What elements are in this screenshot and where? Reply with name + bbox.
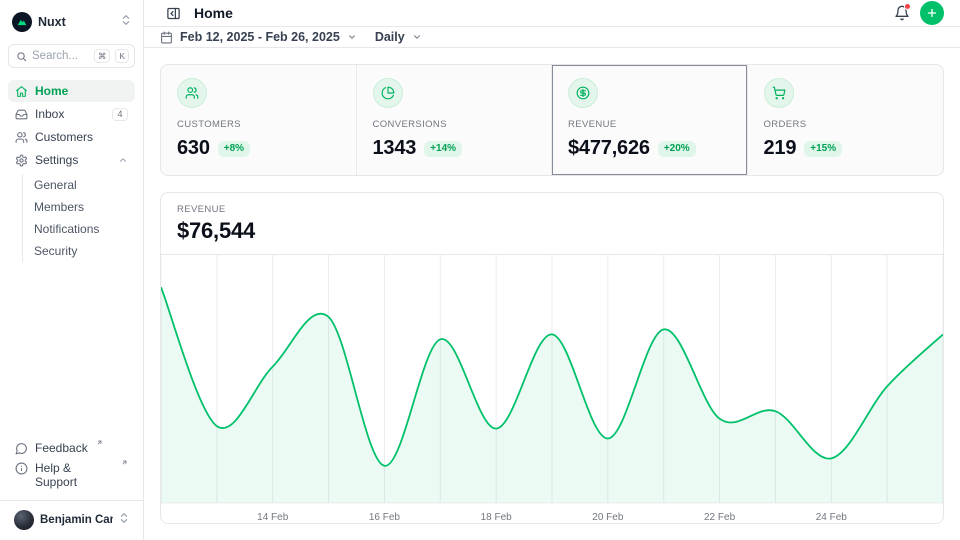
- panel-collapse-icon: [166, 6, 181, 21]
- external-link-icon: [121, 459, 128, 466]
- user-menu[interactable]: Benjamin Canac: [8, 501, 135, 532]
- search-input[interactable]: Search... ⌘ K: [8, 44, 135, 68]
- notifications-button[interactable]: [894, 5, 910, 21]
- sidebar-item-customers[interactable]: Customers: [8, 126, 135, 148]
- chart-header: REVENUE $76,544: [161, 193, 943, 255]
- chart-metric-label: REVENUE: [177, 204, 927, 215]
- calendar-icon: [160, 31, 173, 44]
- sidebar-footer: Feedback Help & Support Benjamin Canac: [8, 438, 135, 532]
- avatar: [14, 510, 34, 530]
- user-name: Benjamin Canac: [40, 514, 113, 526]
- plus-icon: [926, 7, 938, 19]
- search-placeholder: Search...: [32, 50, 89, 62]
- period-value: Daily: [375, 30, 405, 44]
- feedback-label: Feedback: [35, 441, 88, 455]
- users-icon: [15, 131, 28, 144]
- stat-card-orders[interactable]: ORDERS 219 +15%: [748, 65, 944, 175]
- svg-text:14 Feb: 14 Feb: [257, 512, 289, 523]
- date-range-value: Feb 12, 2025 - Feb 26, 2025: [180, 30, 340, 44]
- stat-delta-badge: +8%: [218, 141, 250, 157]
- collapse-sidebar-button[interactable]: [160, 0, 186, 26]
- sidebar-item-label: Settings: [35, 153, 78, 167]
- stat-card-revenue[interactable]: REVENUE $477,626 +20%: [552, 65, 748, 175]
- stat-card-customers[interactable]: CUSTOMERS 630 +8%: [161, 65, 357, 175]
- inbox-icon: [15, 108, 28, 121]
- home-icon: [15, 85, 28, 98]
- page-title: Home: [194, 5, 233, 21]
- settings-submenu: General Members Notifications Security: [22, 174, 135, 262]
- stats-panel: CUSTOMERS 630 +8% CONVERSIONS 1343 +14%: [160, 64, 944, 176]
- info-circle-icon: [15, 462, 28, 475]
- workspace-switcher[interactable]: Nuxt: [8, 10, 135, 44]
- add-button[interactable]: [920, 1, 944, 25]
- chevron-up-icon: [118, 155, 128, 165]
- gear-icon: [15, 154, 28, 167]
- chevron-up-down-icon: [119, 511, 129, 529]
- sidebar-item-home[interactable]: Home: [8, 80, 135, 102]
- header-actions: [894, 1, 944, 25]
- nuxt-logo-icon: [12, 12, 32, 32]
- svg-text:16 Feb: 16 Feb: [369, 512, 401, 523]
- stat-value: 630: [177, 137, 210, 160]
- stat-label: REVENUE: [568, 119, 731, 130]
- stat-value: $477,626: [568, 137, 650, 160]
- help-support-label: Help & Support: [35, 461, 113, 489]
- users-icon: [177, 78, 207, 108]
- external-link-icon: [96, 439, 103, 446]
- svg-text:18 Feb: 18 Feb: [481, 512, 513, 523]
- app-root: Nuxt Search... ⌘ K Home: [0, 0, 960, 540]
- help-support-link[interactable]: Help & Support: [8, 458, 135, 492]
- kbd-meta: ⌘: [94, 49, 111, 63]
- stat-label: CUSTOMERS: [177, 119, 340, 130]
- stat-value: 1343: [373, 137, 417, 160]
- svg-text:22 Feb: 22 Feb: [704, 512, 736, 523]
- stat-delta-badge: +15%: [804, 141, 842, 157]
- dollar-circle-icon: [568, 78, 598, 108]
- search-icon: [16, 51, 27, 62]
- stat-value: 219: [764, 137, 797, 160]
- stat-label: CONVERSIONS: [373, 119, 536, 130]
- chart-metric-value: $76,544: [177, 218, 927, 244]
- sidebar-item-general[interactable]: General: [34, 174, 135, 196]
- revenue-area-chart[interactable]: 14 Feb 16 Feb 18 Feb 20 Feb 22 Feb 24 Feb: [161, 255, 943, 524]
- sidebar-item-label: Customers: [35, 130, 93, 144]
- shopping-cart-icon: [764, 78, 794, 108]
- dashboard-content: CUSTOMERS 630 +8% CONVERSIONS 1343 +14%: [144, 48, 960, 540]
- period-select[interactable]: Daily: [375, 30, 422, 44]
- kbd-k: K: [115, 49, 129, 63]
- chevron-down-icon: [347, 32, 357, 42]
- sidebar-item-inbox[interactable]: Inbox 4: [8, 103, 135, 125]
- date-range-picker[interactable]: Feb 12, 2025 - Feb 26, 2025: [160, 30, 357, 44]
- svg-text:24 Feb: 24 Feb: [816, 512, 848, 523]
- main-area: Home Feb 12, 2025 - Feb 26, 2025: [144, 0, 960, 540]
- sidebar-item-label: Home: [35, 84, 68, 98]
- revenue-chart-card: REVENUE $76,544 14 Feb 16 Feb 18 Feb 20 Feb…: [160, 192, 944, 524]
- sidebar-item-notifications[interactable]: Notifications: [34, 218, 135, 240]
- stat-delta-badge: +20%: [658, 141, 696, 157]
- sidebar-item-members[interactable]: Members: [34, 196, 135, 218]
- top-header: Home: [144, 0, 960, 27]
- sidebar-item-settings[interactable]: Settings: [8, 149, 135, 171]
- sidebar: Nuxt Search... ⌘ K Home: [0, 0, 144, 540]
- feedback-link[interactable]: Feedback: [8, 438, 135, 458]
- sidebar-item-security[interactable]: Security: [34, 240, 135, 262]
- stat-label: ORDERS: [764, 119, 928, 130]
- svg-text:20 Feb: 20 Feb: [592, 512, 624, 523]
- message-bubble-icon: [15, 442, 28, 455]
- area-chart-svg: 14 Feb 16 Feb 18 Feb 20 Feb 22 Feb 24 Feb: [161, 255, 943, 524]
- sidebar-nav: Home Inbox 4 Customers Settings: [8, 80, 135, 262]
- chevron-down-icon: [412, 32, 422, 42]
- notification-dot: [904, 3, 911, 10]
- workspace-name: Nuxt: [38, 15, 115, 29]
- inbox-count-badge: 4: [112, 108, 128, 121]
- sidebar-item-label: Inbox: [35, 107, 64, 121]
- pie-chart-icon: [373, 78, 403, 108]
- stat-delta-badge: +14%: [424, 141, 462, 157]
- stat-card-conversions[interactable]: CONVERSIONS 1343 +14%: [357, 65, 553, 175]
- chevron-up-down-icon: [121, 13, 131, 31]
- filter-toolbar: Feb 12, 2025 - Feb 26, 2025 Daily: [144, 27, 960, 48]
